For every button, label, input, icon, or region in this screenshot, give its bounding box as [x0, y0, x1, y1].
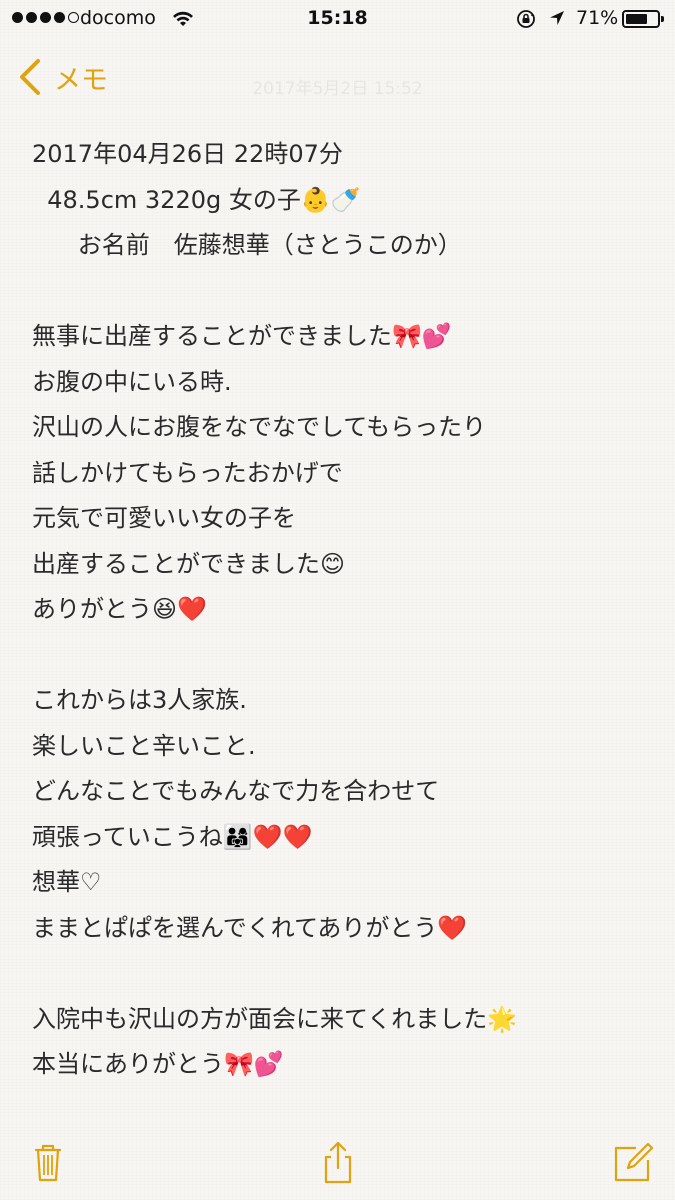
location-arrow-icon — [550, 11, 564, 25]
note-line: 出産することができました😊 — [32, 549, 346, 578]
note-line: 想華♡ — [32, 868, 102, 896]
note-body[interactable]: 2017年04月26日 22時07分 48.5cm 3220g 女の子👶🍼 お名… — [32, 132, 652, 1088]
note-line: 話しかけてもらったおかげで — [32, 458, 343, 487]
battery-level — [626, 14, 648, 24]
note-line: 本当にありがとう🎀💕 — [32, 1050, 284, 1078]
note-line: ままとぱぱを選んでくれてありがとう❤️ — [32, 913, 468, 942]
note-blank-line — [32, 633, 652, 679]
battery-percentage: 71% — [576, 7, 619, 29]
status-bar: docomo 15:18 71% — [0, 0, 675, 40]
back-button[interactable]: メモ — [16, 56, 108, 98]
note-blank-line — [32, 951, 652, 997]
note-line: お名前 佐藤想華（さとうこのか） — [32, 231, 462, 259]
note-line: 無事に出産することができました🎀💕 — [32, 322, 452, 350]
trash-icon[interactable] — [24, 1138, 72, 1186]
note-line: 入院中も沢山の方が面会に来てくれました🌟 — [32, 1004, 518, 1033]
navigation-bar: 2017年5月2日 15:52 メモ — [0, 52, 675, 102]
note-line: 元気で可愛いい女の子を — [32, 504, 296, 532]
note-line: 楽しいこと辛いこと. — [32, 731, 256, 760]
note-line: 48.5cm 3220g 女の子👶🍼 — [32, 185, 361, 214]
rotation-lock-icon — [517, 10, 535, 28]
note-line: ありがとう😆❤️ — [32, 595, 207, 623]
note-line: 2017年04月26日 22時07分 — [32, 140, 343, 168]
battery-icon — [622, 10, 664, 28]
back-label: メモ — [54, 64, 108, 96]
note-line: どんなことでもみんなで力を合わせて — [32, 777, 440, 805]
clock: 15:18 — [307, 7, 368, 29]
share-icon[interactable] — [314, 1138, 362, 1186]
note-line: 頑張っていこうね👨‍👩‍👧❤️❤️ — [32, 822, 313, 851]
compose-icon[interactable] — [608, 1138, 656, 1186]
bottom-toolbar — [0, 1120, 675, 1200]
note-line: お腹の中にいる時. — [32, 367, 232, 396]
note-line: これからは3人家族. — [32, 686, 247, 714]
chevron-left-icon — [20, 59, 40, 95]
note-line: 沢山の人にお腹をなでなでしてもらったり — [32, 413, 487, 441]
note-blank-line — [32, 269, 652, 315]
